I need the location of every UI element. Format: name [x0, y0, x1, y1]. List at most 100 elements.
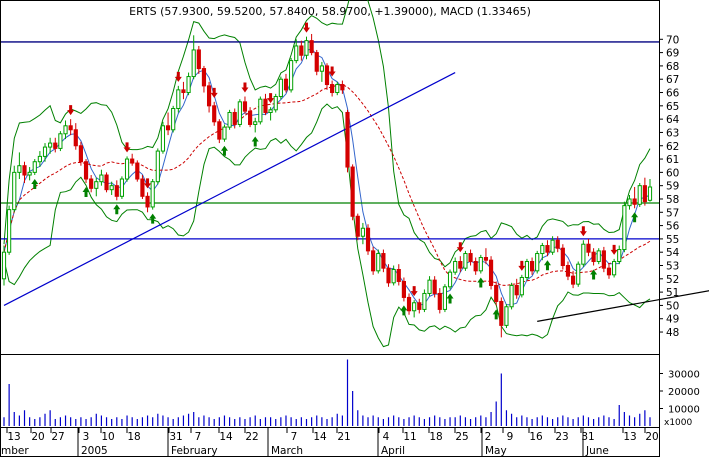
candle [447, 269, 453, 290]
candle [58, 131, 63, 152]
price-tick-label: 62 [666, 141, 679, 153]
price-tick-label: 60 [666, 167, 679, 179]
candle-body [550, 239, 555, 253]
volume-tick-label: 20000 [668, 387, 700, 398]
price-tick-label: 63 [666, 127, 679, 139]
candle [494, 281, 499, 306]
candle-body [371, 250, 376, 272]
day-label: 13 [623, 431, 636, 443]
candle-body [632, 198, 637, 205]
candle-body [278, 78, 283, 98]
candle-body [83, 161, 89, 180]
price-tick-label: 51 [666, 287, 679, 299]
candle-body [488, 259, 494, 286]
candle-body [458, 261, 463, 269]
candle-body [499, 300, 504, 326]
candle-body [581, 243, 586, 265]
candle-body [386, 267, 391, 284]
candle-body [601, 250, 606, 269]
candle-body [509, 284, 514, 308]
price-tick-label: 68 [666, 61, 679, 73]
day-label: 2 [485, 431, 492, 443]
candle-body [412, 302, 417, 312]
candle-body [565, 265, 571, 277]
candle-body [453, 261, 458, 273]
candle-body [591, 251, 596, 263]
candle-body [104, 174, 109, 191]
candle [637, 183, 642, 207]
candle-body [535, 253, 540, 272]
candle [365, 224, 371, 255]
candle [32, 159, 37, 176]
candle-body [63, 125, 68, 135]
price-volume-chart: 4849505152535455565758596061626364656667… [0, 0, 709, 457]
candle [519, 274, 524, 298]
candle [227, 109, 232, 130]
candle-body [427, 279, 432, 294]
candle [150, 179, 155, 210]
candle-body [494, 284, 499, 302]
candle-body [319, 65, 324, 72]
candle-body [642, 185, 647, 203]
candle-body [99, 174, 104, 183]
candle [278, 76, 283, 100]
candle [155, 148, 160, 185]
candle-body [299, 45, 304, 56]
candle-body [181, 89, 186, 94]
candle-body [417, 302, 422, 310]
candle [581, 240, 586, 267]
day-label: 14 [313, 431, 327, 443]
candle-body [150, 181, 155, 208]
candle [140, 175, 145, 199]
candle [314, 49, 319, 76]
candle [258, 96, 263, 125]
day-label: 9 [507, 431, 514, 443]
day-label: 14 [219, 431, 233, 443]
candle-body [304, 40, 309, 56]
candle-body [406, 296, 412, 312]
candle-body [232, 111, 237, 125]
day-label: 3 [83, 431, 90, 443]
price-tick-label: 61 [666, 154, 679, 166]
candle-body [524, 261, 530, 278]
candle-body [206, 85, 212, 107]
price-tick-label: 67 [666, 74, 679, 86]
candle [463, 250, 468, 271]
candle-body [647, 186, 653, 201]
candle-body [53, 142, 58, 149]
candle-body [519, 276, 524, 296]
day-label: 7 [291, 431, 298, 443]
candle-body [596, 250, 601, 263]
candle [401, 277, 406, 302]
candle [237, 99, 242, 128]
candle [289, 57, 294, 93]
candle-body [73, 129, 78, 147]
day-label: 13 [7, 431, 20, 443]
candle [612, 258, 617, 278]
candle-body [94, 181, 99, 189]
candle [576, 261, 581, 287]
price-axis: 4849 50515253 545556 575859 606162 63646566 67… [659, 34, 680, 339]
month-label: 2005 [81, 445, 108, 457]
candle-body [155, 150, 160, 183]
candle-body [7, 209, 12, 253]
price-tick-label: 56 [666, 221, 680, 233]
candle-body [376, 253, 381, 272]
price-tick-label: 64 [666, 114, 680, 126]
price-tick-label: 66 [666, 88, 680, 100]
candle [622, 201, 627, 253]
candle-body [612, 261, 617, 276]
candle-body [360, 227, 365, 237]
candle-body [176, 89, 181, 109]
day-label: 7 [195, 431, 202, 443]
chart-title: ERTS (57.9300, 59.5200, 57.8400, 58.9700… [129, 5, 531, 18]
volume-tick-label: 10000 [668, 405, 700, 416]
candle-body [545, 245, 550, 253]
candle-body [273, 96, 278, 111]
day-label: 11 [403, 431, 416, 443]
candle-body [242, 101, 248, 112]
candle-body [309, 40, 314, 54]
candle [83, 159, 89, 184]
volume-panel-frame [0, 354, 660, 428]
candle-body [289, 60, 294, 91]
